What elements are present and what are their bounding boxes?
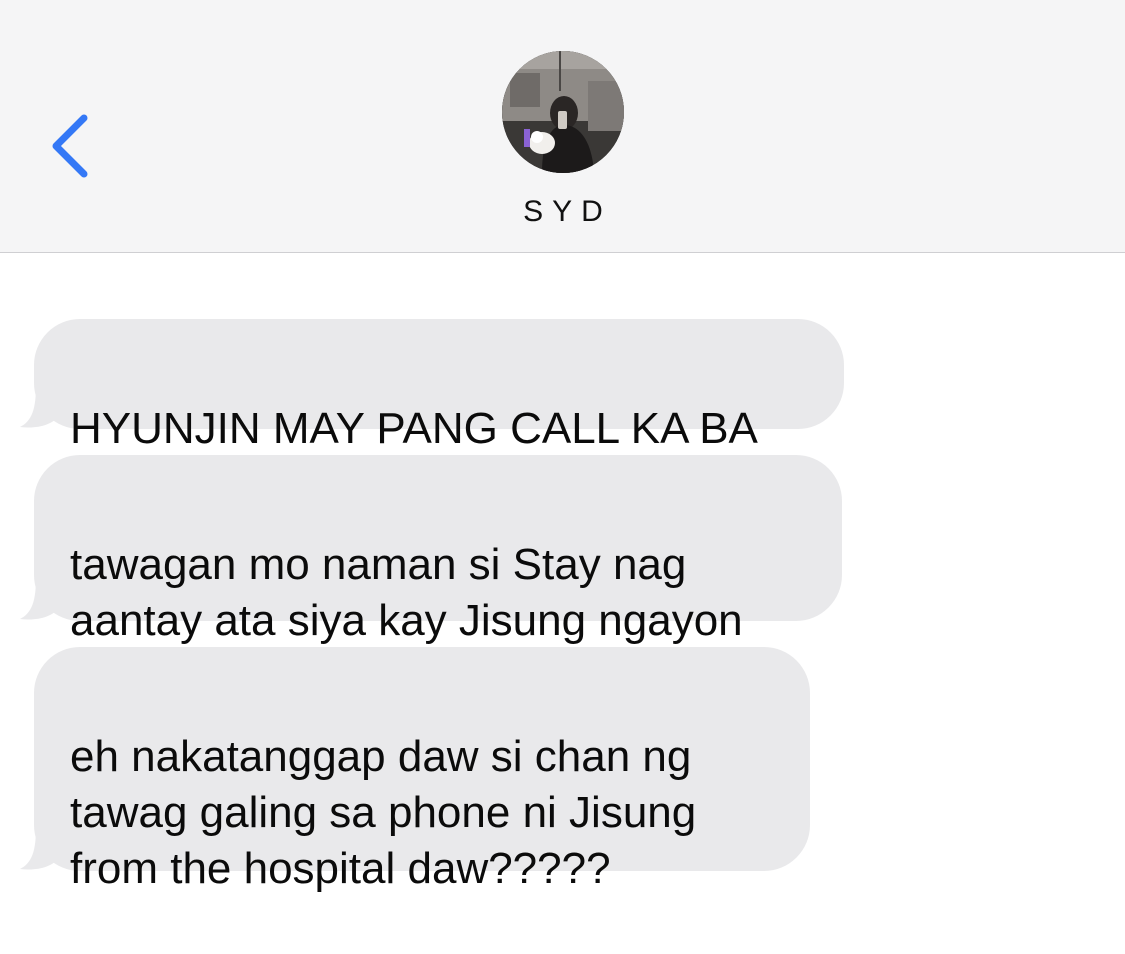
message-bubble[interactable]: eh nakatanggap daw si chan ng tawag gali…: [34, 647, 810, 893]
back-button[interactable]: [44, 108, 100, 184]
message-bubble[interactable]: tawagan mo naman si Stay nag aantay ata …: [34, 455, 842, 645]
message-text: tawagan mo naman si Stay nag aantay ata …: [70, 540, 743, 645]
message-text: eh nakatanggap daw si chan ng tawag gali…: [70, 732, 697, 893]
message-text: HYUNJIN MAY PANG CALL KA BA: [70, 404, 758, 453]
contact-photo-icon: [502, 51, 624, 173]
messages-screen: SYD HYUNJIN MAY PANG CALL KA BA tawagan …: [0, 0, 1125, 954]
message-thread: HYUNJIN MAY PANG CALL KA BA tawagan mo n…: [0, 253, 1125, 954]
avatar[interactable]: [502, 51, 624, 173]
contact-name[interactable]: SYD: [412, 195, 714, 229]
message-bubble[interactable]: HYUNJIN MAY PANG CALL KA BA: [34, 319, 844, 453]
conversation-header: SYD: [0, 0, 1125, 253]
chevron-left-icon: [52, 114, 88, 178]
